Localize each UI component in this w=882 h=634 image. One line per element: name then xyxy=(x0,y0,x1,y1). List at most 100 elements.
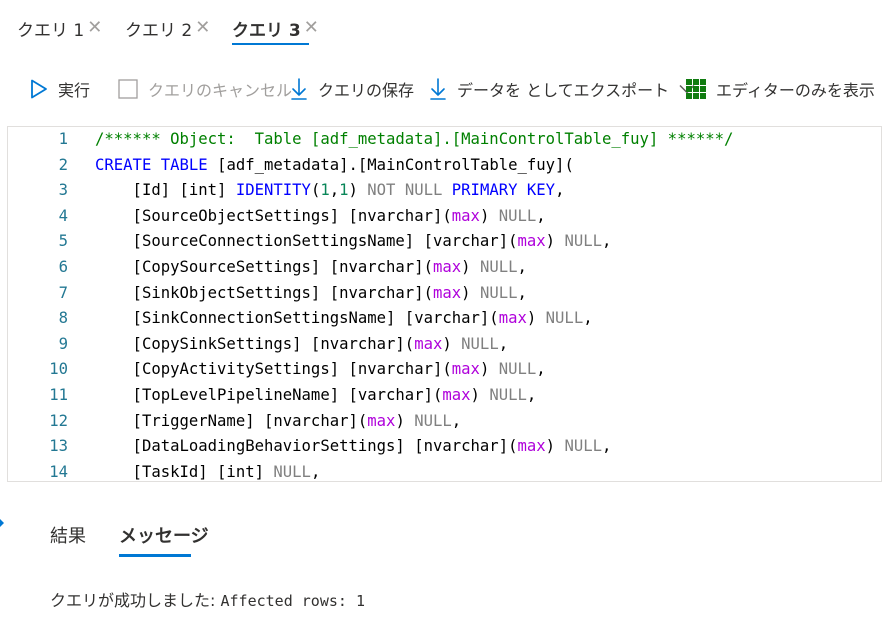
play-icon xyxy=(30,79,48,99)
code-token: max xyxy=(451,360,480,379)
code-text: [TriggerName] [nvarchar](max) NULL, xyxy=(95,409,462,435)
tab-label: クエリ 1 xyxy=(17,20,85,41)
code-token: [CopySinkSettings] [nvarchar]( xyxy=(95,334,415,353)
code-line[interactable]: 9 [CopySinkSettings] [nvarchar](max) NUL… xyxy=(8,332,881,358)
code-token: , xyxy=(517,258,527,276)
line-number: 10 xyxy=(49,360,68,379)
code-line[interactable]: 12 [TriggerName] [nvarchar](max) NULL, xyxy=(8,409,881,435)
code-line[interactable]: 11 [TopLevelPipelineName] [varchar](max)… xyxy=(8,383,881,409)
line-number: 2 xyxy=(58,155,68,174)
code-line[interactable]: 13 [DataLoadingBehaviorSettings] [nvarch… xyxy=(8,434,881,460)
code-token: [DataLoadingBehaviorSettings] [nvarchar]… xyxy=(95,437,518,456)
code-text: [CopySourceSettings] [nvarchar](max) NUL… xyxy=(95,255,527,281)
code-token: PRIMARY KEY xyxy=(451,181,556,200)
code-token: , xyxy=(517,283,527,302)
tab-query-1[interactable]: クエリ 1 ✕ xyxy=(17,10,102,46)
code-token: max xyxy=(498,309,527,328)
code-token: [TaskId] [int] xyxy=(95,462,274,481)
code-token: [SinkObjectSettings] [nvarchar]( xyxy=(95,283,433,302)
code-token: max xyxy=(517,232,546,251)
code-token: , xyxy=(555,181,565,200)
code-token: ) xyxy=(461,283,480,302)
code-text: [SourceObjectSettings] [nvarchar](max) N… xyxy=(95,204,546,230)
code-text: [Id] [int] IDENTITY(1,1) NOT NULL PRIMAR… xyxy=(95,178,565,204)
code-line[interactable]: 1 /****** Object: Table [adf_metadata].[M… xyxy=(8,127,881,153)
code-token: 1 xyxy=(320,181,330,200)
code-line[interactable]: 4 [SourceObjectSettings] [nvarchar](max)… xyxy=(8,204,881,230)
code-token: [CopyActivitySettings] [nvarchar]( xyxy=(95,360,452,379)
code-token: [adf_metadata].[MainControlTable_fuy]( xyxy=(207,155,574,174)
tab-results[interactable]: 結果 xyxy=(50,520,86,550)
code-token: ) xyxy=(442,334,462,353)
save-query-button[interactable]: クエリの保存 xyxy=(290,70,414,108)
code-token: , xyxy=(536,206,546,225)
code-token: , xyxy=(602,437,612,456)
code-token: NULL xyxy=(498,360,537,379)
code-text: [TaskId] [int] NULL, xyxy=(95,460,321,481)
code-line[interactable]: 14 [TaskId] [int] NULL, xyxy=(8,460,881,481)
code-token: , xyxy=(451,411,462,430)
tab-messages[interactable]: メッセージ xyxy=(119,520,209,550)
query-result-message: クエリが成功しました: Affected rows: 1 xyxy=(50,588,365,614)
code-text: [DataLoadingBehaviorSettings] [nvarchar]… xyxy=(95,434,612,460)
save-query-label: クエリの保存 xyxy=(318,81,415,100)
code-token: NULL xyxy=(564,437,602,456)
code-token: max xyxy=(451,206,480,225)
tab-label: クエリ 3 xyxy=(232,20,301,41)
close-icon[interactable]: ✕ xyxy=(87,17,102,38)
code-token: NULL xyxy=(479,258,518,276)
editor-only-button[interactable]: エディターのみを表示 xyxy=(686,70,875,108)
code-line[interactable]: 10 [CopyActivitySettings] [nvarchar](max… xyxy=(8,357,881,383)
code-line[interactable]: 6 [CopySourceSettings] [nvarchar](max) N… xyxy=(8,255,881,281)
code-token: ) xyxy=(526,309,546,328)
tab-query-3[interactable]: クエリ 3 ✕ xyxy=(232,10,319,46)
expand-caret-icon[interactable] xyxy=(0,519,4,527)
code-token: ) xyxy=(470,386,490,404)
export-data-button[interactable]: データを としてエクスポート xyxy=(429,70,695,108)
line-number: 8 xyxy=(58,309,68,328)
line-number: 3 xyxy=(58,181,68,200)
code-token: [SourceConnectionSettingsName] [varchar]… xyxy=(95,232,518,251)
code-token: ) xyxy=(395,411,415,430)
code-token: [Id] [int] xyxy=(95,181,236,200)
code-text: /****** Object: Table [adf_metadata].[Ma… xyxy=(95,127,733,153)
tab-query-2[interactable]: クエリ 2 ✕ xyxy=(125,10,210,46)
code-text: CREATE TABLE [adf_metadata].[MainControl… xyxy=(95,153,574,179)
code-token: [SinkConnectionSettingsName] [varchar]( xyxy=(95,309,499,328)
code-token: IDENTITY xyxy=(235,181,311,200)
cancel-query-label: クエリのキャンセル xyxy=(148,81,293,100)
run-label: 実行 xyxy=(58,81,91,100)
code-token: NULL xyxy=(564,232,602,251)
close-icon[interactable]: ✕ xyxy=(304,17,319,38)
line-number: 13 xyxy=(49,437,68,456)
code-text: [CopySinkSettings] [nvarchar](max) NULL, xyxy=(95,332,509,358)
line-number: 9 xyxy=(58,334,68,353)
code-line[interactable]: 3 [Id] [int] IDENTITY(1,1) NOT NULL PRIM… xyxy=(8,178,881,204)
code-token: NULL xyxy=(479,283,518,302)
query-toolbar: 実行 クエリのキャンセル クエリの保存 データを としてエクスポート エディター… xyxy=(0,70,882,108)
code-text: [CopyActivitySettings] [nvarchar](max) N… xyxy=(95,357,546,383)
download-arrow-icon xyxy=(290,78,308,100)
code-token: [SourceObjectSettings] [nvarchar]( xyxy=(95,206,452,225)
line-number: 5 xyxy=(58,232,68,251)
code-token: , xyxy=(526,386,537,404)
message-text: クエリが成功しました: xyxy=(50,591,221,610)
code-token: NULL xyxy=(498,206,537,225)
code-line[interactable]: 7 [SinkObjectSettings] [nvarchar](max) N… xyxy=(8,281,881,307)
code-token: max xyxy=(442,386,471,404)
code-line[interactable]: 8 [SinkConnectionSettingsName] [varchar]… xyxy=(8,306,881,332)
code-line[interactable]: 2 CREATE TABLE [adf_metadata].[MainContro… xyxy=(8,153,881,179)
line-number: 1 xyxy=(58,130,68,148)
close-icon[interactable]: ✕ xyxy=(195,17,210,38)
message-detail: Affected rows: 1 xyxy=(220,592,365,610)
cancel-query-button[interactable]: クエリのキャンセル xyxy=(118,70,292,108)
code-text: [TopLevelPipelineName] [varchar](max) NU… xyxy=(95,383,537,409)
tab-label: クエリ 2 xyxy=(125,20,193,41)
code-token: ) xyxy=(545,437,565,456)
editor-only-label: エディターのみを表示 xyxy=(716,81,875,100)
run-button[interactable]: 実行 xyxy=(30,70,90,108)
sql-editor[interactable]: 1 /****** Object: Table [adf_metadata].[M… xyxy=(7,126,882,482)
code-token: , xyxy=(536,360,546,379)
code-line[interactable]: 5 [SourceConnectionSettingsName] [varcha… xyxy=(8,229,881,255)
code-token: ) xyxy=(348,181,368,200)
